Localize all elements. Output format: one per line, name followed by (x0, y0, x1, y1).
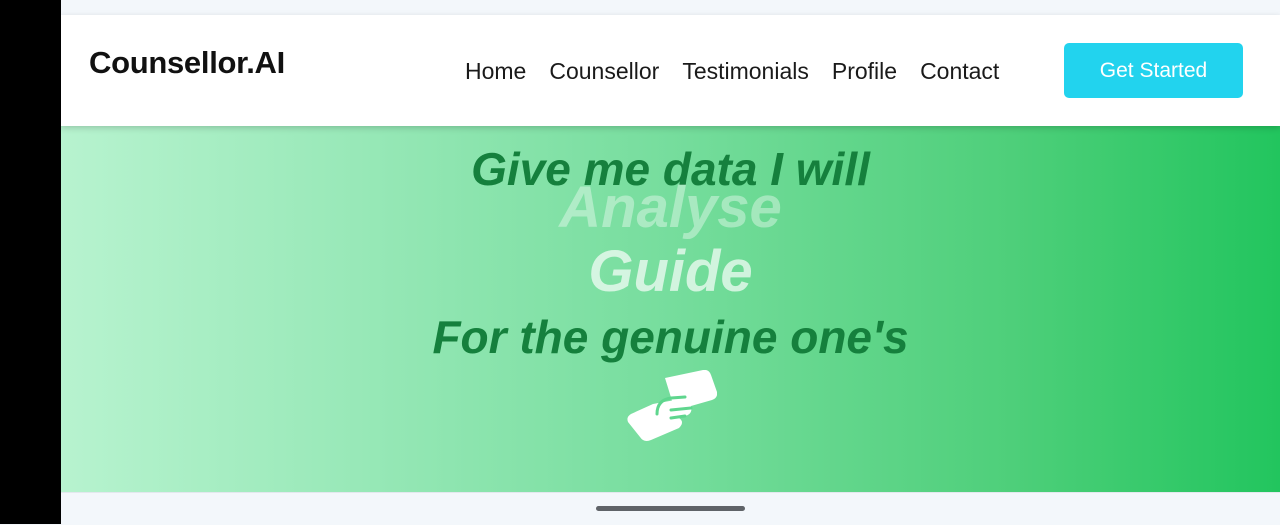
nav-link-counsellor[interactable]: Counsellor (549, 58, 659, 85)
nav-link-contact[interactable]: Contact (920, 58, 999, 85)
rotating-word-guide: Guide (588, 239, 753, 304)
hero-subline: For the genuine one's (432, 311, 909, 363)
navbar: Counsellor.AI Home Counsellor Testimonia… (61, 15, 1280, 126)
nav-link-home[interactable]: Home (465, 58, 526, 85)
rotating-word-analyse: Analyse (559, 175, 782, 240)
status-bar-area (61, 0, 1280, 15)
nav-link-profile[interactable]: Profile (832, 58, 897, 85)
hero-section: Give me data I will Analyse Guide For th… (61, 126, 1280, 492)
device-frame-edge (0, 0, 61, 524)
nav-links: Home Counsellor Testimonials Profile Con… (465, 58, 1022, 85)
get-started-button[interactable]: Get Started (1064, 43, 1243, 98)
home-indicator[interactable] (596, 506, 745, 511)
brand-logo[interactable]: Counsellor.AI (89, 45, 285, 81)
handshake-icon (627, 370, 717, 441)
nav-link-testimonials[interactable]: Testimonials (682, 58, 809, 85)
